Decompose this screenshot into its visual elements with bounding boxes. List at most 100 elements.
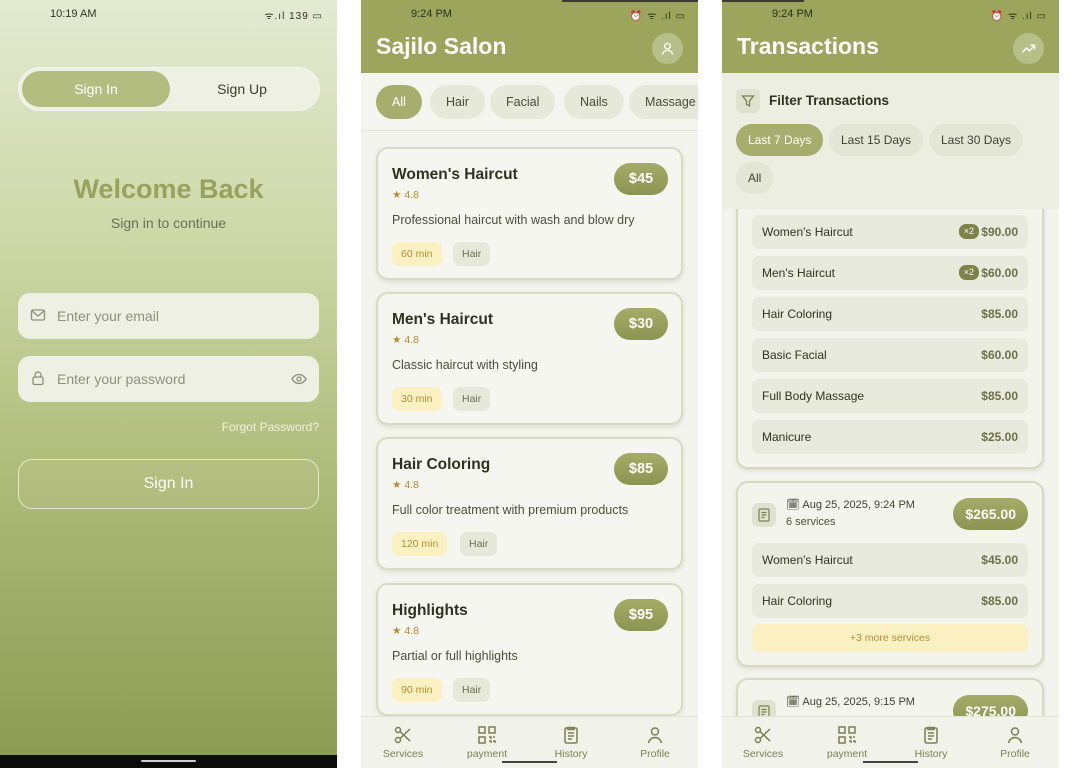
status-bar: 10:19 AM ᯤ.ıl 139 ▭ [0, 8, 337, 24]
row-service-name: Women's Haircut [762, 225, 853, 239]
category-chip-nails[interactable]: Nails [564, 85, 624, 119]
duration-tag: 90 min [392, 678, 442, 702]
category-tag: Hair [453, 678, 491, 702]
app-title: Transactions [737, 33, 879, 59]
forgot-password-link[interactable]: Forgot Password? [222, 420, 319, 434]
nav-label: Services [382, 748, 424, 760]
transaction-row: Manicure $25.00 [752, 420, 1028, 454]
category-chip-massage[interactable]: Massage [629, 85, 698, 119]
more-services-link[interactable]: +3 more services [752, 624, 1028, 652]
user-icon [647, 727, 663, 744]
transaction-card[interactable]: Women's Haircut ×2 $90.00 Men's Haircut … [736, 209, 1044, 469]
tab-sign-up[interactable]: Sign Up [168, 71, 316, 107]
stats-button[interactable] [1013, 33, 1044, 64]
clipboard-icon [564, 726, 578, 744]
app-bar: 9:24 PM ⏰ ᯤ .ıl ▭ Transactions [722, 0, 1059, 73]
top-divider [722, 0, 804, 2]
transactions-screen: 9:24 PM ⏰ ᯤ .ıl ▭ Transactions Filter Tr… [722, 0, 1059, 768]
profile-button[interactable] [652, 33, 683, 64]
clipboard-icon [924, 726, 938, 744]
filter-chip-7-days[interactable]: Last 7 Days [736, 124, 824, 156]
service-rating: ★ 4.8 [392, 189, 419, 201]
qr-code-icon [478, 726, 496, 744]
screenshot-composite: 10:19 AM ᯤ.ıl 139 ▭ Sign In Sign Up Welc… [0, 0, 1080, 768]
row-service-name: Manicure [762, 430, 812, 444]
service-card[interactable]: Hair Coloring ★ 4.8 $85 Full color treat… [376, 437, 683, 570]
filter-chip-all[interactable]: All [736, 162, 774, 194]
status-icons: ⏰ ᯤ .ıl ▭ [990, 11, 1047, 22]
sign-in-button[interactable]: Sign In [18, 459, 319, 509]
scissors-icon [754, 726, 771, 744]
auth-toggle: Sign In Sign Up [18, 67, 320, 111]
service-card[interactable]: Women's Haircut ★ 4.8 $45 Professional h… [376, 147, 683, 280]
rating-value: 4.8 [404, 189, 419, 201]
star-icon: ★ [392, 479, 405, 491]
receipt-icon [758, 705, 770, 716]
nav-label: History [554, 748, 588, 760]
eye-icon[interactable] [291, 371, 307, 387]
nav-payment[interactable]: payment [447, 725, 527, 760]
calendar-icon: 🗓 [786, 696, 803, 708]
category-chip-all[interactable]: All [376, 85, 422, 119]
service-card[interactable]: Highlights ★ 4.8 $95 Partial or full hig… [376, 583, 683, 716]
nav-label: Profile [640, 748, 670, 760]
row-price: $45.00 [981, 553, 1018, 567]
app-bar: 9:24 PM ⏰ ᯤ .ıl ▭ Sajilo Salon [361, 0, 698, 73]
tab-sign-in[interactable]: Sign In [22, 71, 170, 107]
gesture-pill[interactable] [141, 760, 196, 762]
password-field[interactable]: Enter your password [18, 356, 319, 402]
filter-icon [741, 95, 755, 108]
nav-profile[interactable]: Profile [975, 725, 1055, 760]
service-name: Highlights [392, 602, 468, 619]
nav-history[interactable]: History [531, 725, 611, 760]
rating-value: 4.8 [404, 334, 419, 346]
service-name: Men's Haircut [392, 311, 494, 328]
service-price: $45 [614, 163, 668, 195]
receipt-icon-box [752, 700, 776, 716]
row-service-name: Hair Coloring [762, 594, 833, 608]
app-title: Sajilo Salon [376, 33, 507, 59]
nav-services[interactable]: Services [723, 725, 803, 760]
category-chip-facial[interactable]: Facial [490, 85, 556, 119]
gesture-pill[interactable] [502, 761, 557, 763]
duration-tag: 120 min [392, 532, 448, 556]
trending-up-icon [1021, 44, 1036, 53]
lock-icon [32, 371, 44, 386]
filter-chip-30-days[interactable]: Last 30 Days [929, 124, 1024, 156]
service-price: $85 [614, 453, 668, 485]
transaction-row: Women's Haircut ×2 $90.00 [752, 215, 1028, 249]
star-icon: ★ [392, 189, 405, 201]
nav-profile[interactable]: Profile [615, 725, 695, 760]
service-description: Professional haircut with wash and blow … [392, 213, 635, 227]
filter-icon-box [736, 89, 760, 113]
date-text: Aug 25, 2025, 9:24 PM [802, 499, 915, 511]
email-field[interactable]: Enter your email [18, 293, 319, 339]
filter-chip-15-days[interactable]: Last 15 Days [829, 124, 924, 156]
transaction-card[interactable]: 🗓 Aug 25, 2025, 9:24 PM 6 services $265.… [736, 481, 1044, 667]
receipt-icon [758, 508, 770, 522]
service-rating: ★ 4.8 [392, 625, 419, 637]
signin-screen: 10:19 AM ᯤ.ıl 139 ▭ Sign In Sign Up Welc… [0, 0, 337, 768]
category-filter-bar: All Hair Facial Nails Massage [361, 73, 698, 131]
status-icons: ᯤ.ıl 139 ▭ [264, 11, 323, 22]
transaction-card[interactable]: 🗓 Aug 25, 2025, 9:15 PM $275.00 [736, 678, 1044, 716]
row-price: $85.00 [981, 389, 1018, 403]
date-text: Aug 25, 2025, 9:15 PM [802, 696, 915, 708]
transaction-row: Basic Facial $60.00 [752, 338, 1028, 372]
row-price: $60.00 [981, 348, 1018, 362]
row-service-name: Hair Coloring [762, 307, 833, 321]
nav-label: History [914, 748, 948, 760]
status-time: 9:24 PM [772, 8, 813, 20]
transaction-row: Full Body Massage $85.00 [752, 379, 1028, 413]
services-screen: 9:24 PM ⏰ ᯤ .ıl ▭ Sajilo Salon All Hair … [361, 0, 698, 768]
rating-value: 4.8 [404, 625, 419, 637]
service-card[interactable]: Men's Haircut ★ 4.8 $30 Classic haircut … [376, 292, 683, 425]
service-count: 6 services [786, 516, 836, 528]
gesture-pill[interactable] [863, 761, 918, 763]
nav-services[interactable]: Services [363, 725, 443, 760]
category-tag: Hair [460, 532, 498, 556]
nav-payment[interactable]: payment [807, 725, 887, 760]
nav-history[interactable]: History [891, 725, 971, 760]
email-placeholder: Enter your email [57, 308, 159, 324]
category-chip-hair[interactable]: Hair [430, 85, 485, 119]
